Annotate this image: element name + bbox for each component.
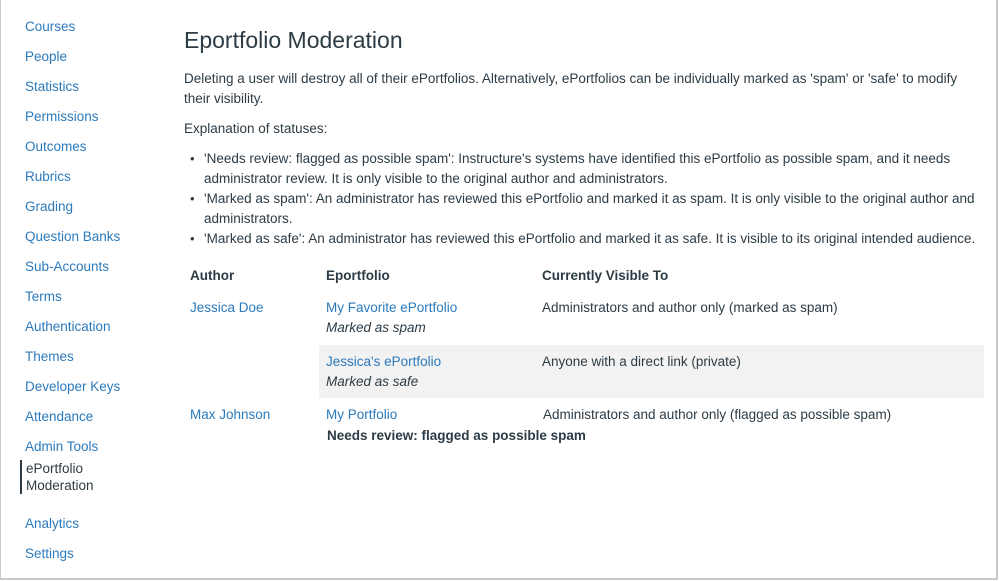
eportfolio-link[interactable]: Jessica's ePortfolio [326,352,441,372]
bullet-icon: • [190,191,195,206]
sidebar-item-admin-tools[interactable]: Admin Tools [25,438,98,455]
author-link[interactable]: Jessica Doe [190,298,264,318]
eportfolio-link[interactable]: My Favorite ePortfolio [326,298,457,318]
sidebar-item-eportfolio-moderation[interactable]: ePortfolio Moderation [20,460,110,494]
explanation-heading: Explanation of statuses: [184,121,328,136]
account-sidebar-nav: Courses People Statistics Permissions Ou… [1,0,161,578]
visible-to-text: Administrators and author only (flagged … [543,407,892,422]
sidebar-item-rubrics[interactable]: Rubrics [25,168,71,185]
sidebar-item-authentication[interactable]: Authentication [25,318,111,335]
bullet-icon: • [190,231,195,246]
intro-text: Deleting a user will destroy all of thei… [184,71,958,106]
sidebar-item-themes[interactable]: Themes [25,348,74,365]
bullet-icon: • [190,151,195,166]
column-header-author: Author [190,268,235,283]
sidebar-item-courses[interactable]: Courses [25,18,75,35]
sidebar-item-terms[interactable]: Terms [25,288,62,305]
sidebar-item-outcomes[interactable]: Outcomes [25,138,87,155]
sidebar-item-permissions[interactable]: Permissions [25,108,99,125]
visible-to-text: Administrators and author only (marked a… [542,300,838,315]
eportfolio-status: Marked as safe [326,374,419,389]
sidebar-item-grading[interactable]: Grading [25,198,73,215]
sidebar-item-statistics[interactable]: Statistics [25,78,79,95]
visible-to-text: Anyone with a direct link (private) [542,354,741,369]
sidebar-item-people[interactable]: People [25,48,67,65]
status-explanation-list: • 'Needs review: flagged as possible spam… [190,149,984,249]
page-title: Eportfolio Moderation [184,27,403,53]
author-link[interactable]: Max Johnson [190,405,270,425]
status-explanation-item: • 'Marked as spam': An administrator has … [190,191,975,226]
app-frame: Courses People Statistics Permissions Ou… [0,0,998,580]
sidebar-item-attendance[interactable]: Attendance [25,408,93,425]
status-explanation-item: • 'Needs review: flagged as possible spam… [190,151,951,186]
status-explanation-item: • 'Marked as safe': An administrator has … [190,229,984,249]
sidebar-item-analytics[interactable]: Analytics [25,515,79,532]
eportfolio-link[interactable]: My Portfolio [326,405,397,425]
eportfolio-status: Needs review: flagged as possible spam [327,428,586,443]
sidebar-item-developer-keys[interactable]: Developer Keys [25,378,120,395]
column-header-visible-to: Currently Visible To [542,268,669,283]
sidebar-item-settings[interactable]: Settings [25,545,74,562]
sidebar-item-question-banks[interactable]: Question Banks [25,228,120,245]
column-header-eportfolio: Eportfolio [326,268,390,283]
eportfolio-status: Marked as spam [326,320,426,335]
sidebar-item-sub-accounts[interactable]: Sub-Accounts [25,258,109,275]
